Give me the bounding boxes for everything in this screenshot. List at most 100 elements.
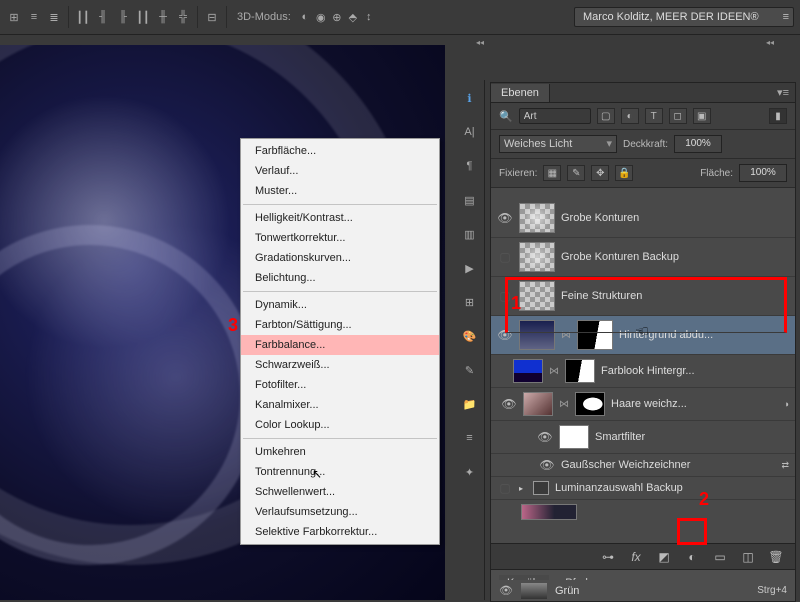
actions-icon[interactable]: ▶ (462, 260, 478, 276)
menu-item[interactable]: Tonwertkorrektur... (241, 228, 439, 248)
adjustment-layer-icon[interactable]: ◐ (685, 550, 699, 564)
visibility-icon[interactable]: 👁 (497, 211, 513, 225)
fx-badge[interactable]: ◑ (784, 399, 789, 409)
menu-item[interactable]: Umkehren (241, 442, 439, 462)
fill-input[interactable]: 100% (739, 164, 787, 182)
group-row[interactable]: ▢ ▸ Luminanzauswahl Backup (491, 477, 795, 500)
channel-thumbnail[interactable] (521, 583, 547, 599)
layer-row[interactable]: 👁 ⋈ Haare weichz... ◑ (491, 388, 795, 421)
tab-layers[interactable]: Ebenen (491, 84, 550, 102)
menu-item[interactable]: Fotofilter... (241, 375, 439, 395)
lock-paint-icon[interactable]: ✎ (567, 165, 585, 181)
layer-row[interactable]: ⋈ Farblook Hintergr... (491, 355, 795, 388)
menu-item[interactable]: Schwarzweiß... (241, 355, 439, 375)
styles-icon[interactable]: ▤ (462, 192, 478, 208)
blend-mode-select[interactable]: Weiches Licht ▾ (499, 135, 617, 153)
mask-icon[interactable]: ◩ (657, 550, 671, 564)
layer-mask[interactable] (577, 320, 613, 350)
character-icon[interactable]: A| (462, 124, 478, 140)
layer-mask[interactable] (575, 392, 605, 416)
filter-type-icon[interactable]: T (645, 108, 663, 124)
menu-item[interactable]: Muster... (241, 181, 439, 201)
filter-type-input[interactable] (519, 108, 591, 124)
layer-row[interactable]: ▢ Feine Strukturen (491, 277, 795, 316)
styles-icon[interactable]: ▥ (462, 226, 478, 242)
link-icon[interactable]: ⋈ (559, 399, 569, 410)
visibility-icon[interactable]: 👁 (539, 458, 555, 472)
brush-icon[interactable]: ✎ (462, 362, 478, 378)
layer-name[interactable]: Smartfilter (595, 431, 789, 443)
visibility-icon[interactable]: 👁 (501, 397, 517, 411)
layer-thumbnail[interactable] (519, 242, 555, 272)
layer-mask[interactable] (565, 359, 595, 383)
trash-icon[interactable]: 🗑 (769, 550, 783, 564)
smartfilter-row[interactable]: 👁 Smartfilter (491, 421, 795, 454)
layer-thumbnail[interactable] (523, 392, 553, 416)
link-layers-icon[interactable]: ⊶ (601, 550, 615, 564)
layer-thumbnail[interactable] (519, 281, 555, 311)
filter-pixel-icon[interactable]: ▢ (597, 108, 615, 124)
expand-icon[interactable]: ▸ (519, 484, 527, 493)
3d-icon[interactable]: ↕ (361, 9, 377, 25)
panel-icon[interactable]: ≡ (462, 430, 478, 446)
link-icon[interactable]: ⋈ (549, 366, 559, 377)
layer-thumbnail[interactable] (521, 504, 577, 520)
align-icon[interactable]: ≡ (26, 9, 42, 25)
menu-item-colorbalance[interactable]: Farbbalance... (241, 335, 439, 355)
lock-transparent-icon[interactable]: ▦ (543, 165, 561, 181)
3d-icon[interactable]: ◐ (297, 9, 313, 25)
filter-mask[interactable] (559, 425, 589, 449)
panel-menu-icon[interactable]: ▾≡ (771, 86, 795, 99)
link-icon[interactable]: ⋈ (561, 330, 571, 341)
filter-smart-icon[interactable]: ▣ (693, 108, 711, 124)
menu-item[interactable]: Tontrennung... (241, 462, 439, 482)
folder-icon[interactable]: 📁 (462, 396, 478, 412)
new-layer-icon[interactable]: ◫ (741, 550, 755, 564)
layer-thumbnail[interactable] (513, 359, 543, 383)
menu-item[interactable]: Helligkeit/Kontrast... (241, 208, 439, 228)
filter-name[interactable]: Gaußscher Weichzeichner (561, 459, 771, 471)
visibility-icon[interactable]: 👁 (537, 430, 553, 444)
channel-row[interactable]: 👁 Grün Strg+4 (490, 580, 796, 602)
swatches-icon[interactable]: ⊞ (462, 294, 478, 310)
paragraph-icon[interactable]: ¶ (462, 158, 478, 174)
layer-name[interactable]: Grobe Konturen (561, 212, 789, 224)
layer-thumbnail[interactable] (519, 203, 555, 233)
distribute-icon[interactable]: ╟ (115, 9, 131, 25)
layer-name[interactable]: Haare weichz... (611, 398, 774, 410)
menu-item[interactable]: Farbfläche... (241, 141, 439, 161)
menu-item[interactable]: Verlaufsumsetzung... (241, 502, 439, 522)
layer-thumbnail[interactable] (519, 320, 555, 350)
info-icon[interactable]: ℹ (462, 90, 478, 106)
filter-adjust-icon[interactable]: ◐ (621, 108, 639, 124)
menu-item[interactable]: Color Lookup... (241, 415, 439, 435)
visibility-icon[interactable]: 👁 (497, 328, 513, 342)
menu-item[interactable]: Dynamik... (241, 295, 439, 315)
menu-item[interactable]: Gradationskurven... (241, 248, 439, 268)
menu-item[interactable]: Schwellenwert... (241, 482, 439, 502)
opacity-input[interactable]: 100% (674, 135, 722, 153)
visibility-icon[interactable]: ▢ (497, 481, 513, 495)
filter-shape-icon[interactable]: ◻ (669, 108, 687, 124)
layer-name[interactable]: Farblook Hintergr... (601, 365, 789, 377)
filter-row[interactable]: 👁 Gaußscher Weichzeichner ⇄ (491, 454, 795, 477)
filter-toggle[interactable]: ▮ (769, 108, 787, 124)
align-icon[interactable]: ⊞ (6, 9, 22, 25)
distribute-icon[interactable]: ╬ (175, 9, 191, 25)
group-name[interactable]: Luminanzauswahl Backup (555, 482, 789, 494)
menu-item[interactable]: Farbton/Sättigung... (241, 315, 439, 335)
3d-icon[interactable]: ◉ (313, 9, 329, 25)
3d-icon[interactable]: ⬘ (345, 9, 361, 25)
layer-name[interactable]: Grobe Konturen Backup (561, 251, 789, 263)
layer-name[interactable]: Feine Strukturen (561, 290, 789, 302)
distribute-icon[interactable]: ╫ (155, 9, 171, 25)
lock-all-icon[interactable]: 🔒 (615, 165, 633, 181)
3d-icon[interactable]: ⊕ (329, 9, 345, 25)
group-icon[interactable]: ▭ (713, 550, 727, 564)
color-icon[interactable]: 🎨 (462, 328, 478, 344)
menu-item[interactable]: Verlauf... (241, 161, 439, 181)
distribute-icon[interactable]: ┃┃ (135, 9, 151, 25)
fx-icon[interactable]: fx (629, 550, 643, 564)
filter-blend-icon[interactable]: ⇄ (781, 460, 789, 471)
menu-item[interactable]: Kanalmixer... (241, 395, 439, 415)
